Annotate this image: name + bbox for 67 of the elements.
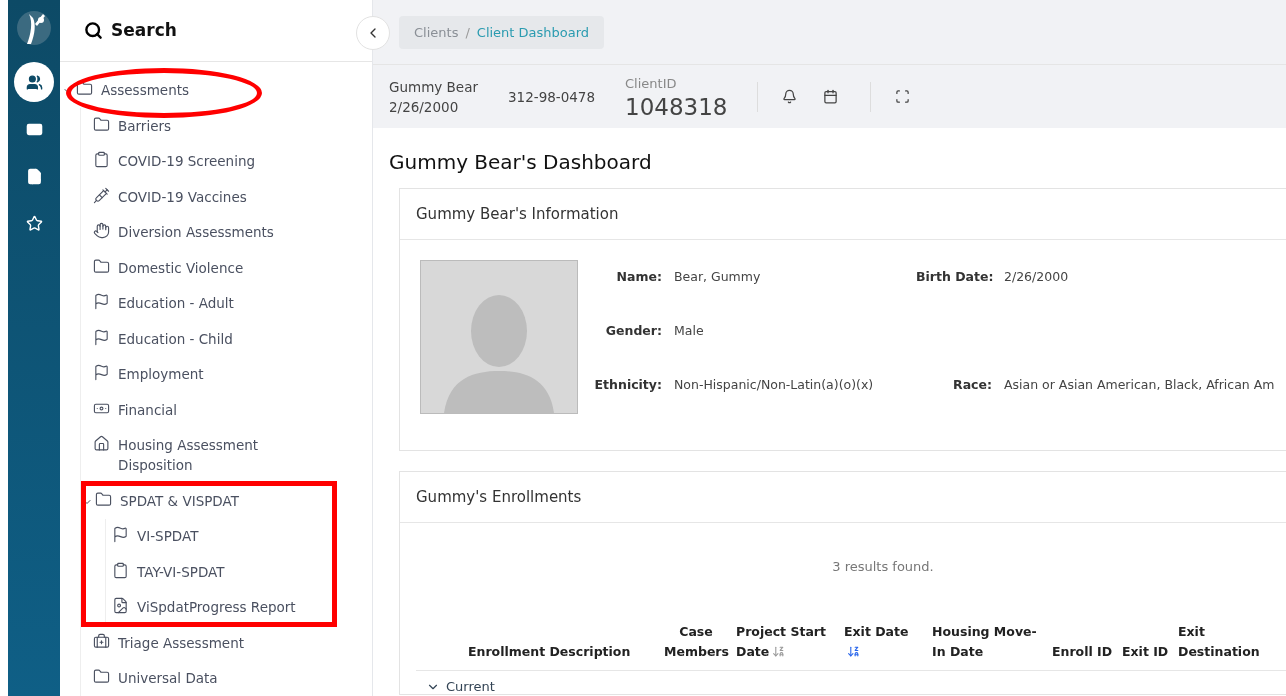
tree-item[interactable]: Education - Adult	[118, 293, 234, 314]
tree-item[interactable]: VI-SPDAT	[137, 526, 199, 547]
tree-item[interactable]: Assessments	[101, 80, 189, 101]
field-label: Birth Date:	[916, 268, 992, 286]
breadcrumb-separator: /	[465, 24, 470, 40]
client-id: 1048318	[625, 93, 728, 120]
client-name: Gummy Bear	[389, 77, 478, 97]
sidebar-title: Search	[111, 20, 177, 41]
flag-icon	[112, 526, 129, 544]
tree-item[interactable]: Barriers	[118, 115, 172, 136]
field-value: Asian or Asian American, Black, African Am	[1004, 376, 1276, 394]
tree-item[interactable]: SPDAT & VISPDAT	[120, 490, 239, 511]
tree-item[interactable]: Domestic Violence	[118, 257, 244, 278]
house-icon	[93, 435, 110, 453]
field-value: Non-Hispanic/Non-Latin(a)(o)(x)	[674, 376, 875, 394]
folder-icon	[93, 668, 110, 686]
column-header[interactable]: Enrollment Description	[468, 642, 664, 662]
tree-item[interactable]: ViSpdatProgress Report	[137, 597, 296, 618]
medical-kit-icon	[93, 632, 110, 650]
column-header[interactable]: Project Start Date	[736, 622, 844, 662]
field-value: Bear, Gummy	[674, 268, 762, 286]
folder-icon	[93, 257, 110, 275]
field-value: Male	[674, 322, 705, 340]
tree-item[interactable]: Education - Child	[118, 328, 233, 349]
sort-icon[interactable]	[772, 645, 786, 658]
tree-item[interactable]: Employment	[118, 364, 204, 385]
flag-icon	[93, 328, 110, 346]
hand-icon	[93, 222, 110, 240]
tree-item[interactable]: COVID-19 Screening	[118, 151, 256, 172]
tree-item[interactable]: Financial	[118, 399, 178, 420]
card-title: Gummy's Enrollments	[400, 472, 1286, 523]
tree-item[interactable]: TAY-VI-SPDAT	[137, 561, 225, 582]
field-label: Ethnicity:	[593, 376, 662, 394]
clipboard-icon	[93, 151, 110, 169]
tree-item[interactable]: Housing Assessment Disposition	[118, 435, 288, 476]
column-header[interactable]: Case Members	[664, 622, 736, 662]
page-title: Gummy Bear's Dashboard	[389, 150, 653, 174]
field-label: Name:	[615, 268, 662, 286]
tree-item[interactable]: COVID-19 Vaccines	[118, 186, 247, 207]
field-value: 2/26/2000	[1004, 268, 1070, 286]
tree-item[interactable]: Diversion Assessments	[118, 222, 274, 243]
column-header[interactable]: Exit Destination	[1178, 622, 1258, 662]
tree-item[interactable]: Universal Data	[118, 668, 218, 689]
card-title: Gummy Bear's Information	[400, 189, 1286, 240]
group-label[interactable]: Current	[446, 679, 495, 694]
results-count: 3 results found.	[831, 559, 935, 574]
syringe-icon	[93, 186, 110, 204]
client-id-label: ClientID	[625, 74, 678, 93]
field-label: Race:	[952, 376, 992, 394]
column-header[interactable]: Exit Date	[844, 622, 932, 662]
flag-icon	[93, 293, 110, 311]
image-file-icon	[112, 597, 129, 615]
folder-icon	[93, 115, 110, 133]
search-icon[interactable]	[84, 20, 103, 40]
logo-icon	[17, 8, 51, 48]
users-icon[interactable]	[14, 62, 54, 102]
folder-icon	[95, 490, 112, 508]
column-header[interactable]: Exit ID	[1122, 642, 1178, 662]
client-birth-date: 2/26/2000	[389, 97, 460, 117]
column-header[interactable]: Housing Move-In Date	[932, 622, 1052, 662]
clipboard-icon	[112, 561, 129, 579]
client-ssn: 312-98-0478	[508, 88, 596, 105]
sort-icon[interactable]	[847, 645, 860, 658]
field-label: Gender:	[604, 322, 662, 340]
column-header[interactable]: Enroll ID	[1052, 642, 1122, 662]
tree-item[interactable]: Triage Assessment	[118, 632, 244, 653]
flag-icon	[93, 364, 110, 382]
